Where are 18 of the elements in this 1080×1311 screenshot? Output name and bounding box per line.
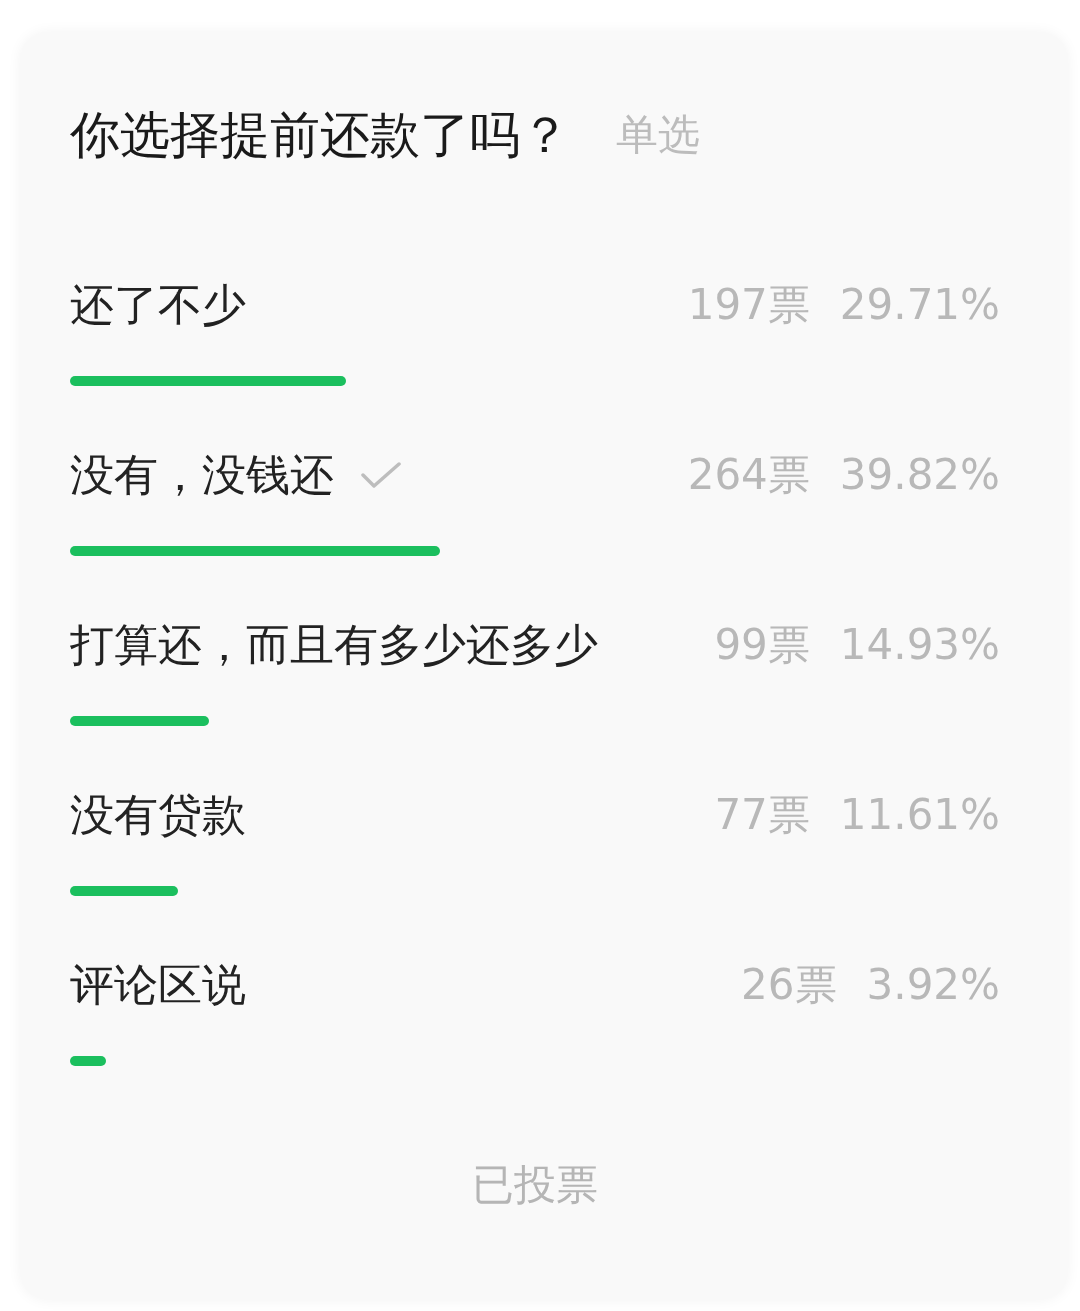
vote-count: 197票	[687, 279, 810, 331]
poll-mode-label: 单选	[616, 109, 700, 161]
option-label: 评论区说	[70, 958, 246, 1012]
vote-count: 264票	[687, 449, 810, 501]
voted-status: 已投票	[472, 1159, 598, 1211]
vote-count: 26票	[741, 959, 837, 1011]
vote-count: 99票	[714, 619, 810, 671]
vote-percentage: 29.71%	[839, 279, 1000, 331]
vote-percentage: 11.61%	[839, 789, 1000, 841]
poll-question: 你选择提前还款了吗？	[70, 105, 570, 166]
vote-percentage: 14.93%	[839, 619, 1000, 671]
option-label: 没有贷款	[70, 788, 246, 842]
option-label: 没有，没钱还	[70, 448, 334, 502]
vote-percentage: 39.82%	[839, 449, 1000, 501]
vote-count: 77票	[714, 789, 810, 841]
option-label: 还了不少	[70, 278, 246, 332]
vote-percentage: 3.92%	[866, 959, 1000, 1011]
option-label: 打算还，而且有多少还多少	[70, 618, 598, 672]
